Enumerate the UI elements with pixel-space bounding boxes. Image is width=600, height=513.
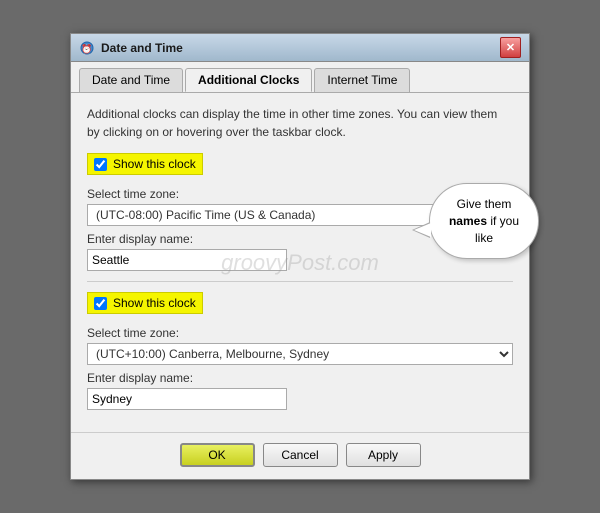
dialog-content: groovyPost.com Additional clocks can dis… [71, 93, 529, 432]
clock2-checkbox-label[interactable]: Show this clock [87, 292, 203, 314]
description-text: Additional clocks can display the time i… [87, 105, 513, 141]
section-divider [87, 281, 513, 282]
close-button[interactable]: ✕ [500, 37, 521, 58]
callout-text-bold: names [449, 214, 487, 228]
clock2-timezone-label: Select time zone: [87, 326, 513, 340]
tab-internet-time[interactable]: Internet Time [314, 68, 410, 92]
dialog-window: ⏰ Date and Time ✕ Date and Time Addition… [70, 33, 530, 480]
button-bar: OK Cancel Apply [71, 432, 529, 479]
callout-bubble: Give them names if you like [429, 183, 539, 259]
window-icon: ⏰ [79, 40, 95, 56]
title-bar: ⏰ Date and Time ✕ [71, 34, 529, 62]
clock2-timezone-select[interactable]: (UTC+10:00) Canberra, Melbourne, Sydney [87, 343, 513, 365]
clock1-name-input[interactable] [87, 249, 287, 271]
tab-date-time[interactable]: Date and Time [79, 68, 183, 92]
clock2-section: Show this clock Select time zone: (UTC+1… [87, 292, 513, 410]
callout-text-before: Give them [457, 197, 512, 211]
apply-button[interactable]: Apply [346, 443, 421, 467]
clock2-checkbox[interactable] [94, 297, 107, 310]
clock2-name-input[interactable] [87, 388, 287, 410]
tab-additional-clocks[interactable]: Additional Clocks [185, 68, 312, 92]
cancel-button[interactable]: Cancel [263, 443, 338, 467]
ok-button[interactable]: OK [180, 443, 255, 467]
window-title: Date and Time [101, 41, 500, 55]
clock2-checkbox-text: Show this clock [113, 296, 196, 310]
clock1-checkbox[interactable] [94, 158, 107, 171]
clock1-checkbox-text: Show this clock [113, 157, 196, 171]
tab-bar: Date and Time Additional Clocks Internet… [71, 62, 529, 93]
clock2-name-label: Enter display name: [87, 371, 513, 385]
clock1-checkbox-label[interactable]: Show this clock [87, 153, 203, 175]
svg-text:⏰: ⏰ [81, 43, 92, 54]
